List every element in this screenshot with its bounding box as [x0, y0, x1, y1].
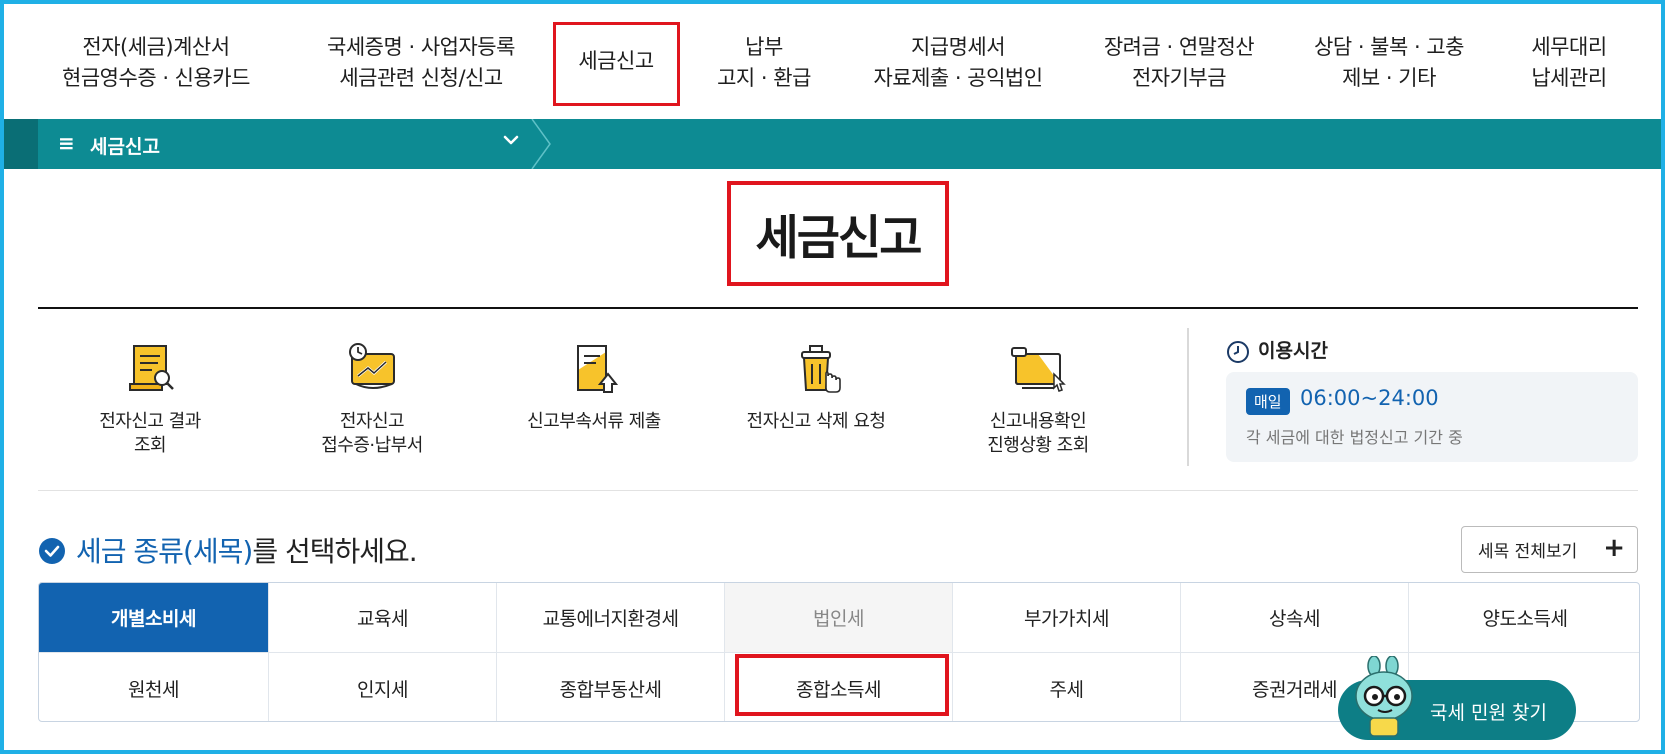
document-upload-icon: [577, 345, 619, 393]
trash-click-icon: [801, 345, 841, 393]
quick-link-receipt-payment[interactable]: 전자신고 접수증·납부서: [272, 340, 472, 458]
breadcrumb-separator-icon: [531, 119, 551, 169]
tax-cell-vat[interactable]: 부가가치세: [953, 583, 1181, 653]
check-circle-icon: [39, 538, 65, 564]
view-all-tax-types-button[interactable]: 세목 전체보기 +: [1461, 526, 1638, 573]
usage-heading: 이용시간: [1226, 336, 1328, 364]
nav-line: 상담 · 불복 · 고충: [1314, 35, 1464, 59]
nav-line: 세무대리: [1531, 35, 1607, 59]
menu-icon: ≡: [58, 131, 75, 155]
nav-line: 세금관련 신청/신고: [339, 66, 503, 90]
breadcrumb-home-block: [4, 119, 38, 169]
quick-link-attachment-submit[interactable]: 신고부속서류 제출: [494, 340, 694, 434]
tax-type-heading: 세금 종류(세목)를 선택하세요.: [38, 530, 418, 570]
nav-line: 전자(세금)계산서: [82, 35, 230, 59]
top-navigation: 전자(세금)계산서 현금영수증 · 신용카드 국세증명 · 사업자등록 세금관련…: [4, 4, 1661, 119]
nav-line: 국세증명 · 사업자등록: [327, 35, 515, 59]
tax-cell-education[interactable]: 교육세: [269, 583, 497, 653]
nav-line: 전자기부금: [1131, 66, 1227, 90]
nav-line: 현금영수증 · 신용카드: [62, 66, 250, 90]
tax-cell-individual-consumption[interactable]: 개별소비세: [39, 583, 269, 653]
quick-link-result-lookup[interactable]: 전자신고 결과 조회: [50, 340, 250, 458]
quick-link-content-check[interactable]: 신고내용확인 진행상황 조회: [938, 340, 1138, 458]
tax-cell-comprehensive-real-estate[interactable]: 종합부동산세: [497, 653, 725, 721]
page-title: 세금신고: [755, 211, 923, 266]
nav-line: 납부: [745, 35, 783, 59]
quick-link-label: 신고부속서류 제출: [527, 411, 661, 432]
nav-payment-statement[interactable]: 지급명세서 자료제출 · 공익법인: [858, 32, 1058, 94]
quick-link-label: 접수증·납부서: [321, 435, 423, 456]
tax-cell-highlight-box: [735, 654, 949, 716]
nav-payment[interactable]: 납부 고지 · 환급: [704, 32, 824, 94]
quick-link-label: 신고내용확인: [989, 411, 1087, 432]
usage-info-box: 매일 06:00~24:00 각 세금에 대한 법정신고 기간 중: [1226, 372, 1638, 462]
monitor-check-icon: [1011, 347, 1066, 392]
tax-cell-stamp[interactable]: 인지세: [269, 653, 497, 721]
quick-link-label: 전자신고 결과: [99, 411, 201, 432]
quick-link-delete-request[interactable]: 전자신고 삭제 요청: [716, 340, 916, 434]
nav-line: 제보 · 기타: [1342, 66, 1436, 90]
tax-cell-liquor[interactable]: 주세: [953, 653, 1181, 721]
heading-highlight: 세금 종류(세목): [76, 535, 253, 568]
nav-consult-appeal[interactable]: 상담 · 불복 · 고충 제보 · 기타: [1304, 32, 1474, 94]
nav-line: 지급명세서: [910, 35, 1006, 59]
quick-link-label: 진행상황 조회: [987, 435, 1089, 456]
breadcrumb-bar: ≡ 세금신고: [4, 119, 1661, 169]
view-all-label: 세목 전체보기: [1478, 542, 1578, 562]
nav-line: 고지 · 환급: [717, 66, 811, 90]
tax-cell-withholding[interactable]: 원천세: [39, 653, 269, 721]
receipt-clock-icon: [349, 343, 395, 389]
quick-link-label: 전자신고 삭제 요청: [746, 411, 886, 432]
quick-link-label: 전자신고: [339, 411, 405, 432]
mascot-icon: [1355, 656, 1413, 737]
nav-e-invoice[interactable]: 전자(세금)계산서 현금영수증 · 신용카드: [56, 32, 256, 94]
usage-description: 각 세금에 대한 법정신고 기간 중: [1246, 428, 1463, 447]
chevron-down-icon: [503, 135, 519, 145]
breadcrumb-label: 세금신고: [90, 136, 160, 158]
usage-time: 06:00~24:00: [1300, 386, 1439, 410]
tax-cell-transport-energy[interactable]: 교통에너지환경세: [497, 583, 725, 653]
nav-line: 납세관리: [1531, 66, 1607, 90]
title-divider: [38, 307, 1638, 309]
section-divider: [38, 490, 1638, 491]
tax-cell-corporate[interactable]: 법인세: [725, 583, 953, 653]
nav-highlight-box: [553, 22, 680, 106]
clock-icon: [1227, 340, 1249, 363]
daily-badge: 매일: [1246, 388, 1290, 415]
nav-tax-agent[interactable]: 세무대리 납세관리: [1514, 32, 1624, 94]
nav-line: 자료제출 · 공익법인: [873, 66, 1043, 90]
vertical-divider: [1187, 328, 1189, 466]
fab-label: 국세 민원 찾기: [1430, 702, 1547, 724]
usage-heading-text: 이용시간: [1258, 340, 1328, 362]
plus-icon: +: [1603, 533, 1625, 563]
nav-incentive-yearend[interactable]: 장려금 · 연말정산 전자기부금: [1094, 32, 1264, 94]
tax-cell-capital-gains[interactable]: 양도소득세: [1409, 583, 1639, 653]
tax-cell-inheritance[interactable]: 상속세: [1181, 583, 1409, 653]
heading-rest: 를 선택하세요.: [252, 535, 417, 568]
quick-link-label: 조회: [133, 435, 167, 456]
breadcrumb-dropdown[interactable]: ≡ 세금신고: [38, 119, 538, 169]
nav-certificate-registration[interactable]: 국세증명 · 사업자등록 세금관련 신청/신고: [316, 32, 526, 94]
document-search-icon: [129, 345, 174, 391]
nav-line: 장려금 · 연말정산: [1103, 35, 1255, 59]
